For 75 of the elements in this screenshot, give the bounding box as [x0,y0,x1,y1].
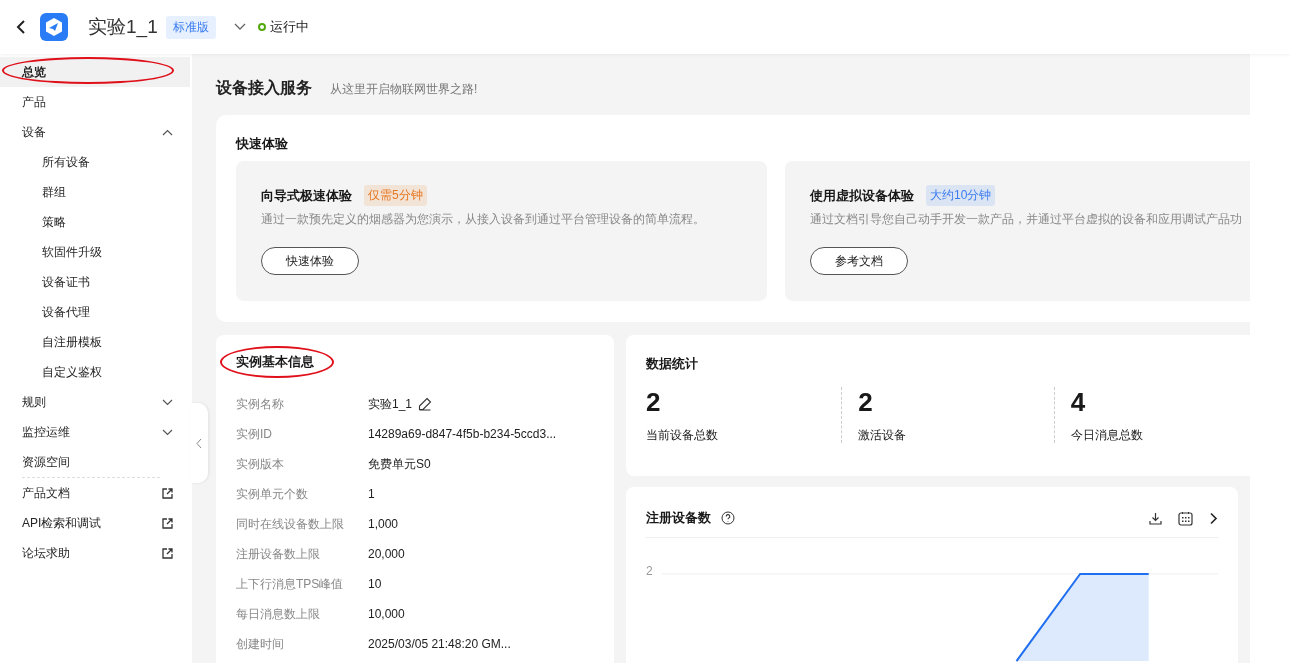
chart-title: 注册设备数 [646,509,711,527]
sidebar-item[interactable]: 自注册模板 [0,327,190,357]
info-label: 注册设备数上限 [236,545,321,563]
info-value: 10,000 [368,607,405,621]
docs-button[interactable]: 参考文档 [810,247,908,275]
external-link-icon [162,487,173,499]
sidebar-item[interactable]: 策略 [0,207,190,237]
section-title: 实例基本信息 [236,354,314,369]
sidebar-item[interactable]: 设备 [0,117,190,147]
sidebar-item[interactable]: 设备代理 [0,297,190,327]
external-link-icon [162,517,173,529]
status-text: 运行中 [269,18,309,36]
info-label: 每日消息数上限 [236,605,321,623]
sidebar-item[interactable]: 所有设备 [0,147,190,177]
sidebar-item[interactable]: 总览 [0,57,190,87]
sidebar-item[interactable]: 设备证书 [0,267,190,297]
info-value: 14289a69-d847-4f5b-b234-5ccd3... [368,427,557,441]
info-label: 上下行消息TPS峰值 [236,575,345,593]
section-title: 快速体验 [236,136,288,151]
sidebar-item[interactable]: 群组 [0,177,190,207]
card-title: 使用虚拟设备体验 [810,186,914,205]
info-value: 20,000 [368,547,405,561]
info-value: 实验1_1 [368,395,413,413]
chevron-down-icon [162,428,173,436]
paper-plane-logo-icon [40,13,68,41]
chevron-down-icon [162,398,173,406]
calendar-icon[interactable] [1178,510,1193,526]
back-icon[interactable] [16,20,26,34]
info-value: 免费单元S0 [368,455,431,473]
info-value: 10 [368,577,382,591]
sidebar-item[interactable]: 监控运维 [0,417,190,447]
page-subtitle: 从这里开启物联网世界之路! [330,81,478,98]
info-value: 1,000 [368,517,399,531]
card-description: 通过文档引导您自己动手开发一款产品，并通过平台虚拟的设备和应用调试产品功 [810,212,1243,227]
pencil-icon[interactable] [418,397,433,411]
sidebar-item[interactable]: 论坛求助 [0,538,190,568]
sidebar-item[interactable]: 资源空间 [0,447,190,477]
section-title: 数据统计 [646,356,698,371]
duration-tag: 仅需5分钟 [364,185,427,206]
info-value: 2025/03/05 21:48:20 GM... [368,637,511,651]
info-label: 同时在线设备数上限 [236,515,345,533]
stat-value: 4 [1070,387,1087,417]
stat-label: 当前设备总数 [646,427,719,444]
chevron-down-icon[interactable] [233,23,246,31]
stat-label: 今日消息总数 [1070,427,1144,444]
help-icon[interactable] [721,511,735,525]
sidebar-item[interactable]: 产品文档 [0,478,190,508]
sidebar-item[interactable]: 自定义鉴权 [0,357,190,387]
info-value: 1 [368,487,375,501]
instance-name: 实验1_1 [88,15,158,40]
collapse-handle[interactable] [190,403,208,483]
quick-start-button[interactable]: 快速体验 [261,247,359,275]
download-icon[interactable] [1149,511,1162,525]
card-description: 通过一款预先定义的烟感器为您演示，从接入设备到通过平台管理设备的简单流程。 [261,212,706,227]
stat-label: 激活设备 [858,427,908,444]
info-label: 实例版本 [236,455,285,473]
sidebar-item[interactable]: 产品 [0,87,190,117]
edition-badge: 标准版 [165,15,216,39]
info-label: 创建时间 [236,635,285,653]
chevron-up-icon [162,128,173,136]
duration-tag: 大约10分钟 [926,185,996,206]
chevron-left-icon [196,437,202,449]
sidebar-item[interactable]: API检索和调试 [0,508,190,538]
stat-value: 2 [858,387,874,417]
info-label: 实例ID [236,425,273,443]
axis-label: 2 [646,564,654,580]
stat-value: 2 [646,387,662,417]
external-link-icon [162,547,173,559]
sidebar-item[interactable]: 软固件升级 [0,237,190,267]
page-title: 设备接入服务 [216,78,312,98]
card-title: 向导式极速体验 [261,186,352,205]
info-label: 实例单元个数 [236,485,309,503]
chevron-right-icon[interactable] [1209,511,1218,525]
info-label: 实例名称 [236,395,285,413]
sidebar-item[interactable]: 规则 [0,387,190,417]
